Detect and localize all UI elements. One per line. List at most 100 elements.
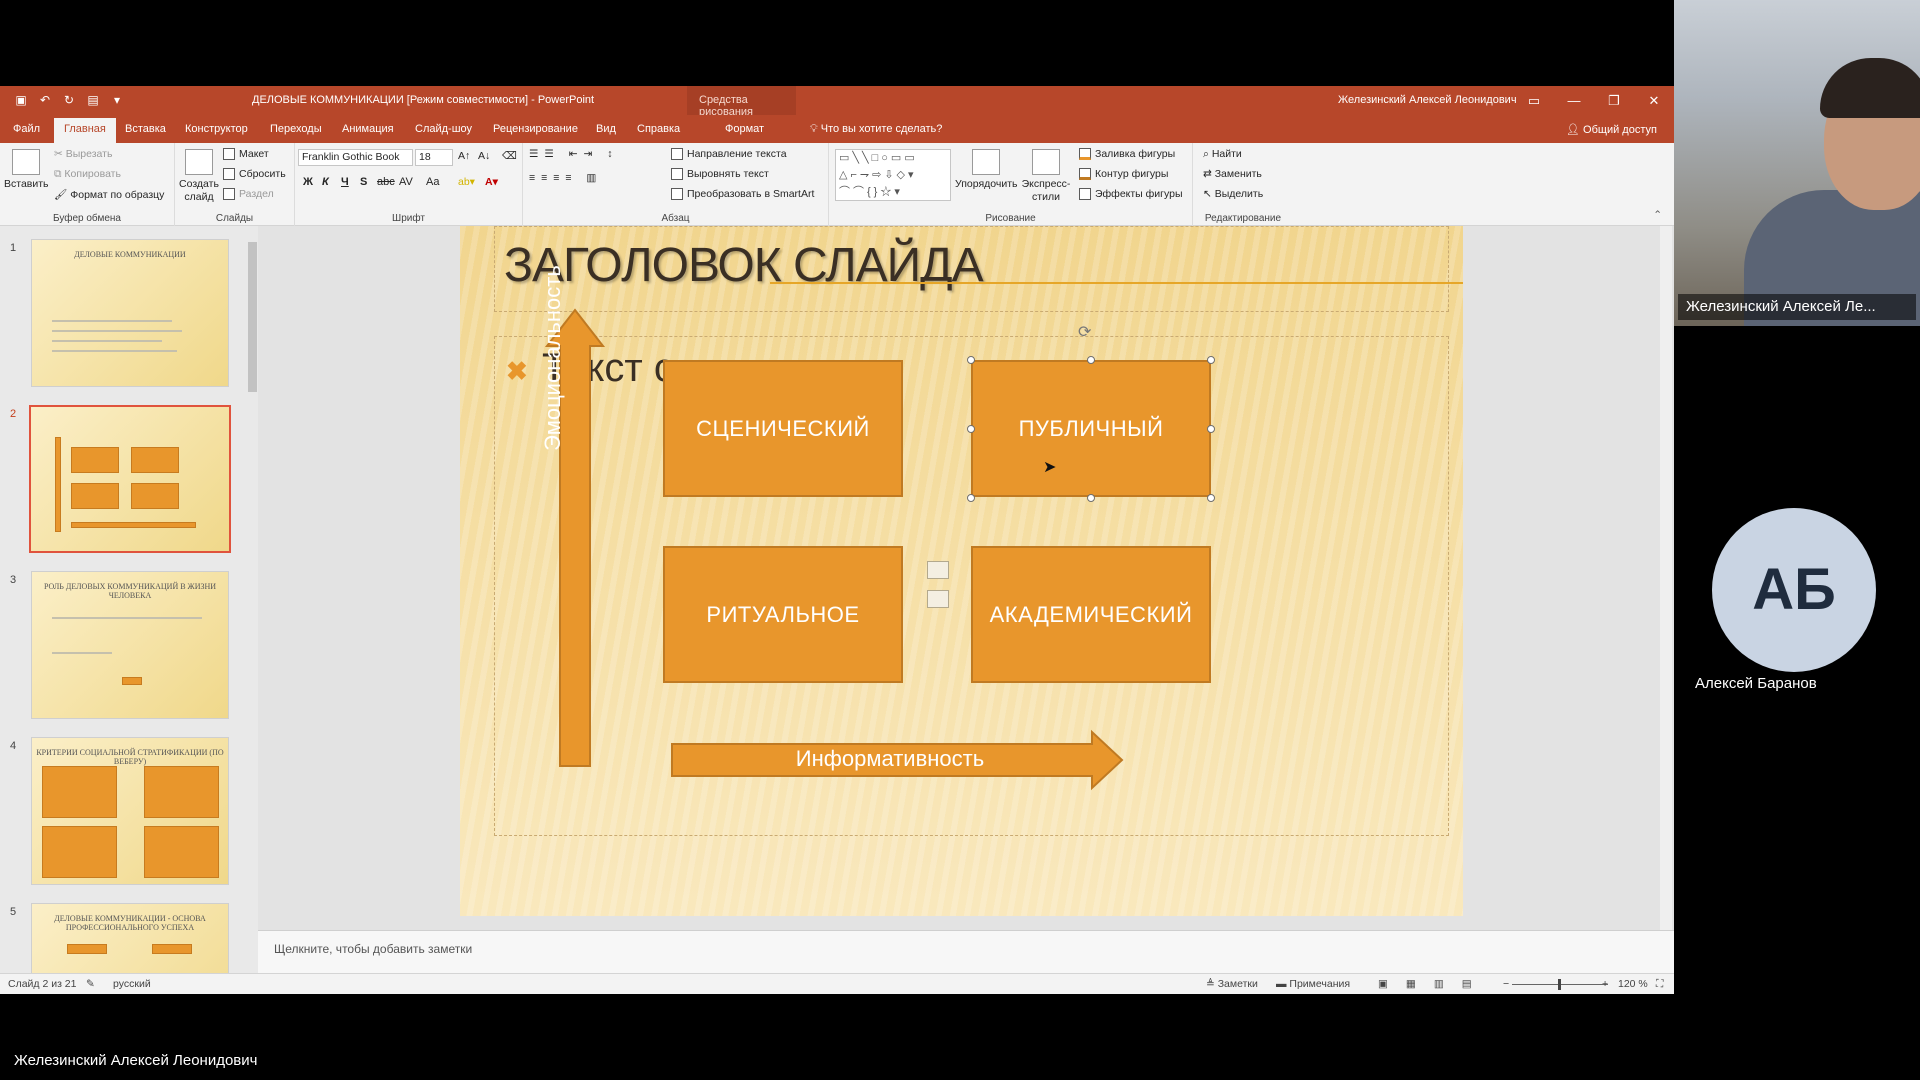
box-scenic[interactable]: СЦЕНИЧЕСКИЙ	[663, 360, 903, 497]
slide-canvas: ЗАГОЛОВОК СЛАЙДА ✖ Текст сл Эмоционально…	[460, 226, 1463, 916]
decrease-font-icon[interactable]: A↓	[478, 150, 490, 162]
quick-styles-button[interactable]: Экспресс-стили	[1017, 149, 1075, 204]
zoom-out-icon[interactable]: −	[1503, 978, 1509, 990]
tell-me-search[interactable]: 💡︎ Что вы хотите сделать?	[810, 123, 942, 136]
shadow-button[interactable]: S	[360, 176, 367, 188]
resize-handle[interactable]	[1207, 494, 1215, 502]
thumbnails-scroll-thumb[interactable]	[248, 242, 257, 392]
shapes-gallery[interactable]: ▭╲╲□○▭▭ △⌐⇁⇨⇩◇▾ ⌒⌒{}☆▾	[835, 149, 951, 201]
underline-button[interactable]: Ч	[341, 176, 349, 188]
customize-qat-icon[interactable]: ▾	[110, 93, 124, 107]
box-ritual[interactable]: РИТУАЛЬНОЕ	[663, 546, 903, 683]
align-text-button[interactable]: Выровнять текст	[671, 168, 769, 181]
change-case-button[interactable]: Aa	[426, 176, 439, 188]
char-spacing-button[interactable]: AV	[399, 176, 413, 188]
participant-avatar[interactable]: АБ	[1712, 508, 1876, 672]
text-direction-button[interactable]: Направление текста	[671, 148, 787, 161]
tab-help[interactable]: Справка	[637, 123, 680, 135]
tab-review[interactable]: Рецензирование	[493, 123, 578, 135]
resize-handle[interactable]	[1087, 494, 1095, 502]
reset-button[interactable]: Сбросить	[223, 168, 286, 181]
insert-picture-icon[interactable]	[927, 590, 949, 608]
tab-slideshow[interactable]: Слайд-шоу	[415, 123, 472, 135]
cut-button[interactable]: ✂ Вырезать	[54, 148, 112, 160]
spellcheck-icon[interactable]: ✎	[86, 978, 95, 990]
format-painter-button[interactable]: 🖌︎ Формат по образцу	[54, 188, 164, 201]
select-button[interactable]: ↖ Выделить	[1203, 188, 1263, 200]
font-size-select[interactable]: 18	[415, 149, 453, 166]
ribbon-display-options-icon[interactable]: ▭	[1514, 86, 1554, 115]
italic-button[interactable]: К	[322, 176, 329, 188]
shape-fill-button[interactable]: Заливка фигуры	[1079, 148, 1175, 161]
resize-handle[interactable]	[967, 356, 975, 364]
slide-thumbnail-3[interactable]: РОЛЬ ДЕЛОВЫХ КОММУНИКАЦИЙ В ЖИЗНИ ЧЕЛОВЕ…	[31, 571, 229, 719]
copy-button[interactable]: ⧉ Копировать	[54, 168, 121, 181]
slide-thumbnail-1[interactable]: ДЕЛОВЫЕ КОММУНИКАЦИИ	[31, 239, 229, 387]
language-indicator[interactable]: русский	[113, 978, 151, 990]
zoom-slider-thumb[interactable]	[1558, 979, 1561, 990]
zoom-level[interactable]: 120 %	[1618, 978, 1648, 990]
fit-slide-icon[interactable]: ⛶	[1656, 978, 1663, 991]
new-slide-button[interactable]: Создать слайд	[177, 149, 221, 204]
slide-thumbnail-5[interactable]: ДЕЛОВЫЕ КОММУНИКАЦИИ - ОСНОВА ПРОФЕССИОН…	[31, 903, 229, 973]
clear-formatting-icon[interactable]: ⌫	[502, 150, 517, 162]
tab-insert[interactable]: Вставка	[125, 123, 166, 135]
resize-handle[interactable]	[1207, 356, 1215, 364]
comments-toggle[interactable]: ▬ Примечания	[1276, 978, 1350, 990]
save-icon[interactable]: ▣	[14, 93, 28, 107]
resize-handle[interactable]	[1207, 425, 1215, 433]
signed-in-user[interactable]: Железинский Алексей Леонидович	[1338, 94, 1517, 106]
resize-handle[interactable]	[967, 494, 975, 502]
zoom-in-icon[interactable]: +	[1602, 978, 1608, 990]
collapse-ribbon-icon[interactable]: ⌃	[1653, 209, 1662, 221]
slide-thumbnail-4[interactable]: КРИТЕРИИ СОЦИАЛЬНОЙ СТРАТИФИКАЦИИ (ПО ВЕ…	[31, 737, 229, 885]
font-name-select[interactable]: Franklin Gothic Book	[298, 149, 413, 166]
strikethrough-button[interactable]: abc	[377, 176, 395, 188]
convert-smartart-button[interactable]: Преобразовать в SmartArt	[671, 188, 814, 201]
font-color-icon[interactable]: A▾	[485, 176, 498, 188]
quick-access-toolbar: ▣ ↶ ↻ ▤ ▾	[14, 93, 124, 107]
start-presentation-icon[interactable]: ▤	[86, 93, 100, 107]
replace-button[interactable]: ⇄ Заменить	[1203, 168, 1262, 180]
tab-design[interactable]: Конструктор	[185, 123, 248, 135]
find-button[interactable]: ⌕ Найти	[1203, 148, 1242, 161]
minimize-button[interactable]: —	[1554, 86, 1594, 115]
list-buttons-icon[interactable]: ☰☰ ⇤⇥ ↕	[529, 148, 619, 160]
editing-scrollbar[interactable]	[1660, 226, 1672, 930]
thumbnails-scrollbar[interactable]	[247, 230, 258, 970]
notes-pane[interactable]: Щелкните, чтобы добавить заметки	[258, 930, 1674, 973]
highlight-color-icon[interactable]: ab▾	[458, 176, 475, 188]
box-academic[interactable]: АКАДЕМИЧЕСКИЙ	[971, 546, 1211, 683]
close-button[interactable]: ✕	[1634, 86, 1674, 115]
redo-icon[interactable]: ↻	[62, 93, 76, 107]
tab-view[interactable]: Вид	[596, 123, 616, 135]
bold-button[interactable]: Ж	[303, 176, 313, 188]
tab-format[interactable]: Формат	[725, 123, 764, 135]
layout-button[interactable]: Макет	[223, 148, 269, 161]
slide-thumbnail-2[interactable]	[29, 405, 231, 553]
resize-handle[interactable]	[1087, 356, 1095, 364]
paste-button[interactable]: Вставить	[4, 149, 49, 191]
arrange-icon	[972, 149, 1000, 175]
align-buttons-icon[interactable]: ≡≡≡≡ ▥	[529, 172, 602, 184]
tab-file[interactable]: Файл	[13, 123, 40, 135]
restore-button[interactable]: ❐	[1594, 86, 1634, 115]
insert-table-icon[interactable]	[927, 561, 949, 579]
font-group-label: Шрифт	[392, 213, 425, 224]
tab-animations[interactable]: Анимация	[342, 123, 394, 135]
increase-font-icon[interactable]: A↑	[458, 150, 470, 162]
share-button[interactable]: 👤︎ Общий доступ	[1566, 123, 1657, 136]
shape-effects-button[interactable]: Эффекты фигуры	[1079, 188, 1183, 201]
undo-icon[interactable]: ↶	[38, 93, 52, 107]
arrange-button[interactable]: Упорядочить	[955, 149, 1017, 191]
shape-outline-button[interactable]: Контур фигуры	[1079, 168, 1168, 181]
resize-handle[interactable]	[967, 425, 975, 433]
speaker-video-tile[interactable]: Железинский Алексей Ле...	[1674, 0, 1920, 326]
rotate-handle-icon[interactable]: ⟳	[1078, 322, 1091, 342]
section-button[interactable]: Раздел	[223, 188, 274, 201]
tab-home[interactable]: Главная	[54, 118, 116, 143]
tab-transitions[interactable]: Переходы	[270, 123, 322, 135]
view-buttons[interactable]: ▣▦▥▤	[1378, 978, 1490, 990]
notes-toggle[interactable]: ≜ Заметки	[1206, 978, 1258, 990]
box-public[interactable]: ПУБЛИЧНЫЙ	[971, 360, 1211, 497]
